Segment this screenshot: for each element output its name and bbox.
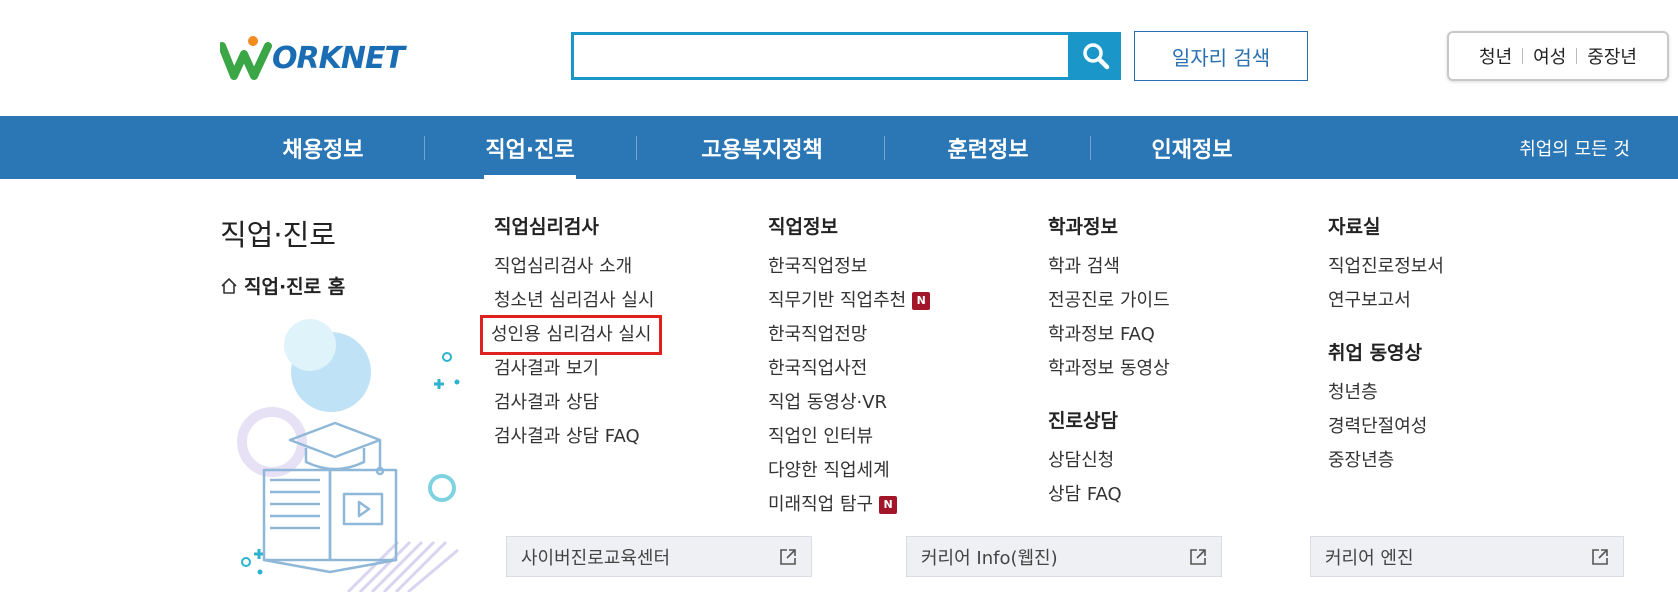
external-link-career-webzine[interactable]: 커리어 Info(웹진) [906, 536, 1222, 577]
logo-text: ORKNET [272, 40, 405, 76]
future-jobs-label: 미래직업 탐구 [768, 494, 874, 515]
nav-divider [884, 136, 885, 160]
archive-link-research[interactable]: 연구보고서 [1328, 284, 1444, 318]
job-link-duty-recommend[interactable]: 직무기반 직업추천 N [768, 284, 931, 318]
counsel-link-faq[interactable]: 상담 FAQ [1048, 478, 1170, 512]
job-link-video-vr[interactable]: 직업 동영상·VR [768, 386, 930, 420]
audience-middle-aged-link[interactable]: 중장년 [1577, 43, 1647, 69]
nav-all-link[interactable]: 취업의 모든 것 [1519, 116, 1630, 179]
career-engine-label: 커리어 엔진 [1325, 547, 1414, 569]
cyber-career-label: 사이버진로교육센터 [521, 547, 671, 569]
psych-link-results-faq[interactable]: 검사결과 상담 FAQ [494, 420, 659, 454]
psych-link-adult-test[interactable]: 성인용 심리검사 실시 [479, 315, 663, 355]
external-link-icon [1592, 548, 1608, 565]
career-illustration [220, 310, 480, 594]
video-link-career-break-women[interactable]: 경력단절여성 [1328, 410, 1444, 444]
counsel-link-apply[interactable]: 상담신청 [1048, 444, 1170, 478]
audience-youth-link[interactable]: 청년 [1469, 43, 1522, 69]
adult-test-highlight-label: 성인용 심리검사 실시 [479, 315, 663, 355]
job-link-dictionary[interactable]: 한국직업사전 [768, 352, 930, 386]
archive-link-career-book[interactable]: 직업진로정보서 [1328, 250, 1444, 284]
psych-link-results-counsel[interactable]: 검사결과 상담 [494, 386, 659, 420]
archive-heading: 자료실 [1328, 216, 1381, 238]
nav-item-training-info[interactable]: 훈련정보 [932, 116, 1044, 179]
nav-item-career[interactable]: 직업·진로 [484, 116, 576, 179]
psych-link-intro[interactable]: 직업심리검사 소개 [494, 250, 659, 284]
nav-divider [424, 136, 425, 160]
nav-item-employment-info[interactable]: 채용정보 [260, 116, 386, 179]
external-link-icon [780, 548, 796, 565]
career-home-label: 직업·진로 홈 [244, 276, 346, 298]
nav-divider [1090, 136, 1091, 160]
job-search-button[interactable]: 일자리 검색 [1134, 31, 1308, 81]
column-psych-test: 직업심리검사 직업심리검사 소개 청소년 심리검사 실시 성인용 심리검사 실시… [479, 214, 663, 454]
nav-divider [636, 136, 637, 160]
nav-item-welfare-policy[interactable]: 고용복지정책 [692, 116, 832, 179]
column-archive: 자료실 직업진로정보서 연구보고서 취업 동영상 청년층 경력단절여성 중장년층 [1328, 214, 1444, 478]
audience-women-link[interactable]: 여성 [1523, 43, 1576, 69]
external-link-career-engine[interactable]: 커리어 엔진 [1310, 536, 1624, 577]
psych-test-heading: 직업심리검사 [494, 216, 599, 238]
external-link-icon [1190, 548, 1206, 565]
job-link-interview[interactable]: 직업인 인터뷰 [768, 420, 930, 454]
major-link-guide[interactable]: 전공진로 가이드 [1048, 284, 1170, 318]
duty-recommend-label: 직무기반 직업추천 [768, 290, 907, 311]
career-webzine-label: 커리어 Info(웹진) [921, 547, 1058, 569]
psych-link-youth-test[interactable]: 청소년 심리검사 실시 [494, 284, 659, 318]
audience-selector: 청년 여성 중장년 [1447, 31, 1669, 81]
worknet-logo[interactable]: ORKNET [218, 36, 405, 80]
career-home-link[interactable]: 직업·진로 홈 [220, 272, 345, 299]
side-title: 직업·진로 [220, 218, 336, 252]
major-link-search[interactable]: 학과 검색 [1048, 250, 1170, 284]
video-link-middle-aged[interactable]: 중장년층 [1328, 444, 1444, 478]
job-link-future-jobs[interactable]: 미래직업 탐구 N [768, 488, 930, 522]
external-link-cyber-career[interactable]: 사이버진로교육센터 [506, 536, 812, 577]
video-link-youth[interactable]: 청년층 [1328, 376, 1444, 410]
search-input[interactable] [574, 35, 1068, 77]
new-badge: N [879, 496, 898, 514]
job-info-heading: 직업정보 [768, 216, 838, 238]
logo-w-icon [218, 36, 276, 80]
major-link-video[interactable]: 학과정보 동영상 [1048, 352, 1170, 386]
search-box [571, 32, 1071, 80]
job-video-heading: 취업 동영상 [1328, 342, 1423, 364]
job-link-various-jobs[interactable]: 다양한 직업세계 [768, 454, 930, 488]
column-job-info: 직업정보 한국직업정보 직무기반 직업추천 N 한국직업전망 한국직업사전 직업… [768, 214, 931, 522]
major-info-heading: 학과정보 [1048, 216, 1118, 238]
column-major-info: 학과정보 학과 검색 전공진로 가이드 학과정보 FAQ 학과정보 동영상 진로… [1048, 214, 1170, 512]
career-counsel-heading: 진로상담 [1048, 410, 1118, 432]
home-icon [221, 277, 237, 294]
search-button[interactable] [1071, 32, 1121, 80]
job-link-outlook[interactable]: 한국직업전망 [768, 318, 930, 352]
search-icon [1083, 43, 1110, 70]
psych-link-results[interactable]: 검사결과 보기 [494, 352, 659, 386]
nav-item-talent-info[interactable]: 인재정보 [1146, 116, 1238, 179]
new-badge: N [912, 292, 931, 310]
major-link-faq[interactable]: 학과정보 FAQ [1048, 318, 1170, 352]
main-nav: 채용정보 직업·진로 고용복지정책 훈련정보 인재정보 취업의 모든 것 [0, 116, 1678, 179]
job-link-korea-job-info[interactable]: 한국직업정보 [768, 250, 930, 284]
